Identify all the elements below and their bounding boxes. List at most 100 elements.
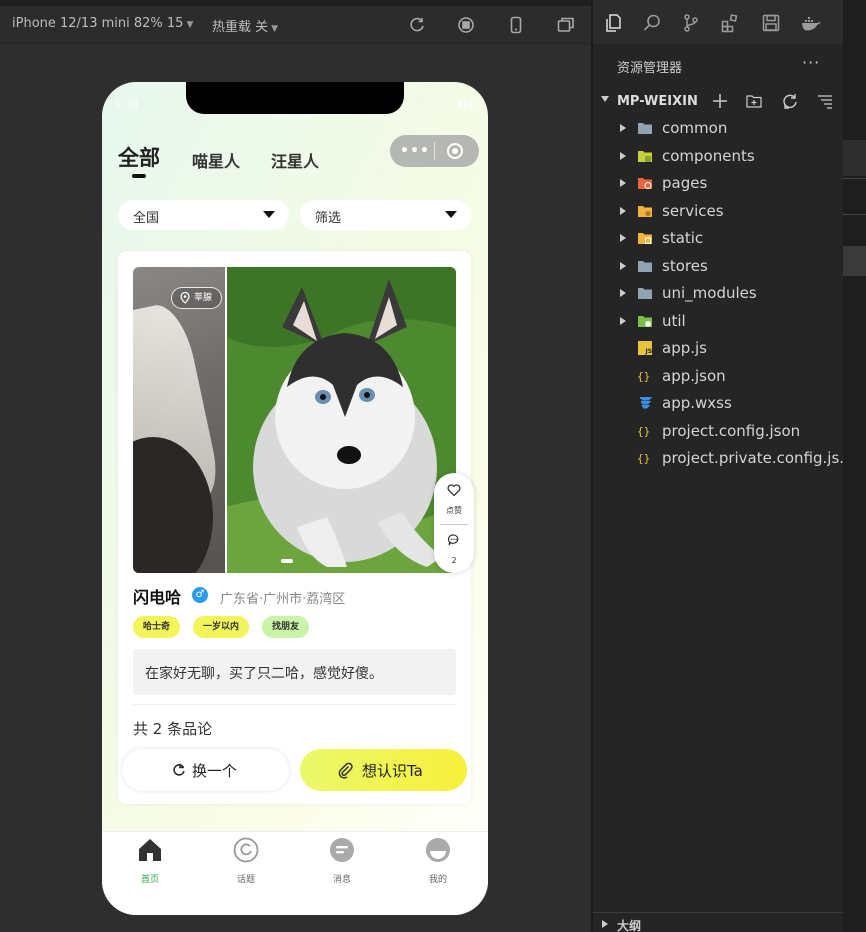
tree-item-uni-modules[interactable]: uni_modules <box>593 280 843 306</box>
editor-icon-stub[interactable] <box>843 178 866 212</box>
location-chip-label: 莘腺 <box>194 293 213 303</box>
editor-icon-stub[interactable] <box>843 214 866 244</box>
home-icon <box>139 839 161 861</box>
tree-label: app.json <box>662 367 726 385</box>
miniprogram-capsule: ••• <box>390 135 479 167</box>
location-pin-icon <box>180 292 190 304</box>
meet-button-label: 想认识Ta <box>362 762 423 780</box>
phone-notch <box>186 82 404 114</box>
tree-label: static <box>662 229 704 247</box>
tree-item-pages[interactable]: pages <box>593 170 843 196</box>
js-file-icon: JS <box>638 341 653 355</box>
tree-item-app-wxss[interactable]: app.wxss <box>593 390 843 416</box>
hot-reload-toggle[interactable]: 热重载 关 ▼ <box>212 16 278 35</box>
stop-icon[interactable] <box>457 16 475 34</box>
status-time: 1:30 <box>114 98 139 111</box>
chevron-right-icon <box>620 262 626 270</box>
capsule-divider <box>434 142 435 160</box>
extensions-icon[interactable] <box>720 13 740 33</box>
like-label: 点赞 <box>446 506 462 515</box>
tree-item-common[interactable]: common <box>593 115 843 141</box>
tree-item-util[interactable]: util <box>593 308 843 334</box>
tab-cats[interactable]: 喵星人 <box>192 148 240 172</box>
chevron-right-icon <box>620 207 626 215</box>
chevron-right-icon <box>620 179 626 187</box>
refresh-icon[interactable] <box>408 16 426 34</box>
tab-dogs[interactable]: 汪星人 <box>271 148 319 172</box>
action-divider <box>440 524 468 525</box>
more-actions-icon[interactable]: ··· <box>802 53 820 72</box>
phone-icon[interactable] <box>507 16 525 34</box>
simulator-toolbar: iPhone 12/13 mini 82% 15 ▼ 热重载 关 ▼ <box>0 0 592 44</box>
docker-icon[interactable] <box>801 13 821 33</box>
save-icon[interactable] <box>761 13 781 33</box>
screen-filter[interactable]: 筛选 <box>300 200 471 230</box>
heart-icon[interactable] <box>447 483 461 497</box>
tree-item-services[interactable]: services <box>593 198 843 224</box>
folder-icon <box>638 123 652 134</box>
tabbar-item-home[interactable]: 首页 <box>120 837 180 885</box>
pet-description: 在家好无聊，买了只二哈，感觉好傻。 <box>133 649 456 695</box>
static-folder-icon <box>638 233 652 244</box>
tree-item-static[interactable]: static <box>593 225 843 251</box>
husky-illustration <box>227 267 456 573</box>
chevron-right-icon <box>620 317 626 325</box>
window-icon[interactable] <box>557 16 575 34</box>
region-filter-label: 全国 <box>133 211 160 226</box>
svg-text:{}: {} <box>637 425 650 438</box>
outline-label: 大纲 <box>617 919 642 932</box>
search-icon[interactable] <box>642 13 662 33</box>
tree-label: project.private.config.js... <box>662 449 854 467</box>
project-name: MP-WEIXIN <box>617 94 698 109</box>
more-menu-icon[interactable]: ••• <box>400 143 430 159</box>
editor-tab-stub[interactable] <box>843 140 866 176</box>
tree-label: app.wxss <box>662 394 732 412</box>
refresh-icon <box>173 763 185 776</box>
svg-text:JS: JS <box>645 348 653 355</box>
comments-total[interactable]: 共 2 条品论 <box>133 718 212 739</box>
comment-icon[interactable] <box>447 533 461 547</box>
tree-item-project-private-config[interactable]: {} project.private.config.js... <box>593 445 854 471</box>
pet-card: 莘腺 点赞 2 闪电哈 ♂ 广东省·广州市·荔湾区 哈士奇 一岁以内 找朋友 在… <box>118 251 474 804</box>
tabbar-label-home: 首页 <box>140 875 159 885</box>
device-selector[interactable]: iPhone 12/13 mini 82% 15 ▼ <box>12 16 193 31</box>
svg-text:{}: {} <box>637 452 650 465</box>
editor-edge-strip <box>843 0 866 932</box>
tree-item-app-json[interactable]: {} app.json <box>593 363 843 389</box>
refresh-explorer-icon[interactable] <box>782 93 798 109</box>
pet-photo-husky[interactable] <box>227 267 456 573</box>
collapse-all-icon[interactable] <box>817 93 833 109</box>
chevron-down-icon: ▼ <box>186 20 194 30</box>
project-root[interactable]: MP-WEIXIN <box>593 88 843 114</box>
device-label: iPhone 12/13 mini 82% 15 <box>12 16 184 31</box>
folder-icon <box>638 261 652 272</box>
chevron-right-icon <box>620 124 626 132</box>
tabbar-item-topic[interactable]: 话题 <box>216 837 276 885</box>
tree-item-components[interactable]: components <box>593 143 843 169</box>
tag-breed: 哈士奇 <box>133 616 181 638</box>
json-file-icon: {} <box>637 452 650 465</box>
outline-section-header[interactable]: 大纲 <box>593 912 843 932</box>
tree-label: uni_modules <box>662 284 757 302</box>
paperclip-icon <box>338 762 353 779</box>
files-icon[interactable] <box>603 13 623 33</box>
tree-item-project-config[interactable]: {} project.config.json <box>593 418 843 444</box>
status-indicators: ···· ▮▮▮ <box>441 99 474 110</box>
meet-button[interactable]: 想认识Ta <box>300 749 467 791</box>
tree-item-stores[interactable]: stores <box>593 253 843 279</box>
pet-photo-previous[interactable]: 莘腺 <box>133 267 225 573</box>
pages-folder-icon <box>638 178 652 189</box>
tabbar-item-message[interactable]: 消息 <box>312 837 372 885</box>
services-folder-icon <box>638 206 652 217</box>
refresh-button[interactable]: 换一个 <box>122 749 289 791</box>
new-folder-icon[interactable] <box>746 93 762 109</box>
tab-all[interactable]: 全部 <box>118 142 160 172</box>
tabbar-item-profile[interactable]: 我的 <box>408 837 468 885</box>
explorer-title: 资源管理器 <box>617 61 683 76</box>
refresh-button-label: 换一个 <box>192 762 238 780</box>
new-file-icon[interactable] <box>712 93 728 109</box>
region-filter[interactable]: 全国 <box>118 200 289 230</box>
source-control-icon[interactable] <box>681 13 701 33</box>
tree-item-app-js[interactable]: JS app.js <box>593 335 843 361</box>
close-miniprogram-icon[interactable] <box>447 143 463 159</box>
